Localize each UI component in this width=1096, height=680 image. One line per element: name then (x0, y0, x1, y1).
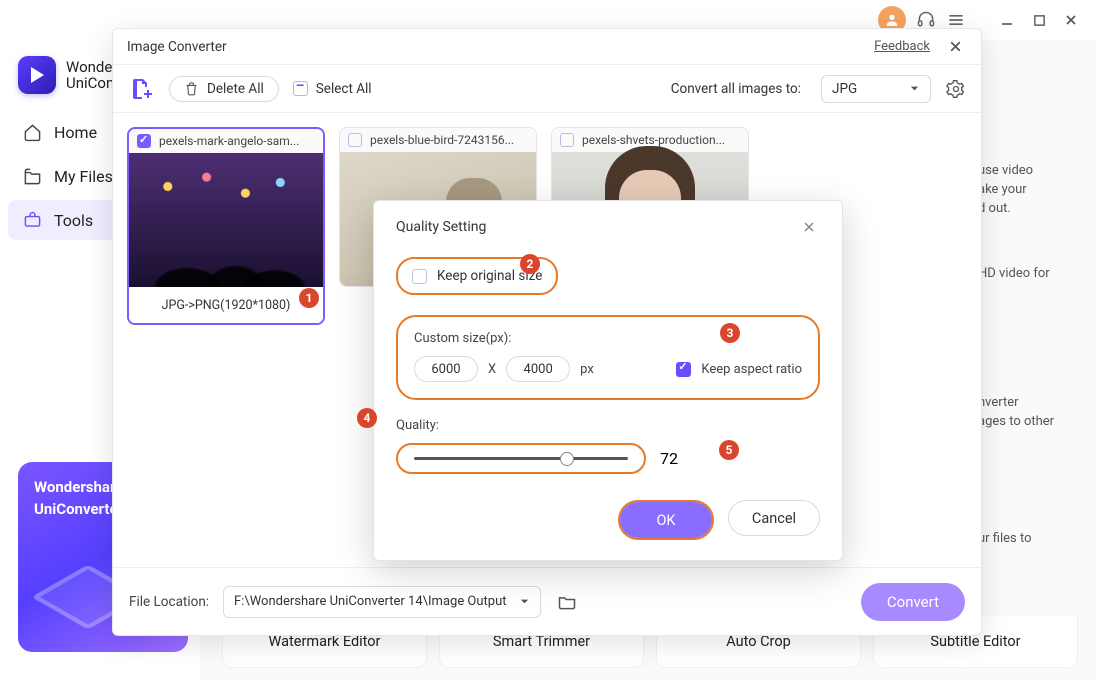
checkbox-icon (412, 269, 427, 284)
dialog-toolbar: Delete All Select All Convert all images… (113, 65, 981, 113)
window-minimize-button[interactable] (996, 9, 1018, 31)
ok-button[interactable]: OK (620, 502, 712, 538)
height-input[interactable] (506, 356, 570, 382)
file-location-label: File Location: (129, 594, 209, 610)
ok-button-highlight: OK (618, 500, 714, 540)
delete-all-button[interactable]: Delete All (169, 76, 279, 102)
dialog-header: Image Converter Feedback (113, 29, 981, 65)
window-close-button[interactable] (1060, 9, 1082, 31)
x-label: X (488, 362, 496, 377)
quality-label: Quality: (396, 418, 820, 433)
sidebar-label: My Files (54, 167, 113, 186)
convert-button[interactable]: Convert (861, 583, 965, 621)
px-label: px (580, 362, 594, 377)
custom-size-group: Custom size(px): X px Keep aspect ratio (396, 315, 820, 400)
file-location-select[interactable]: F:\Wondershare UniConverter 14\Image Out… (223, 586, 541, 618)
dialog-close-button[interactable] (944, 37, 967, 56)
files-icon (22, 166, 42, 186)
select-all-checkbox[interactable]: Select All (293, 81, 372, 97)
image-name: pexels-shvets-production... (582, 133, 725, 147)
headset-icon[interactable] (916, 10, 936, 30)
add-file-button[interactable] (127, 75, 155, 103)
annotation-badge: 4 (357, 408, 377, 428)
indeterminate-checkbox-icon (293, 81, 308, 96)
image-info: JPG->PNG(1920*1080) (129, 287, 323, 323)
bg-text: HD video for (978, 265, 1078, 284)
width-input[interactable] (414, 356, 478, 382)
cancel-button[interactable]: Cancel (728, 500, 820, 536)
annotation-badge: 2 (520, 254, 540, 274)
quality-settings-button[interactable] (945, 78, 967, 100)
chevron-down-icon (519, 596, 530, 607)
checkbox-icon[interactable] (348, 133, 362, 147)
quality-setting-popup: Quality Setting Keep original size Custo… (373, 200, 843, 561)
image-name: pexels-mark-angelo-sam... (159, 134, 299, 148)
open-folder-button[interactable] (555, 590, 579, 614)
keep-ratio-label: Keep aspect ratio (701, 362, 802, 377)
checkbox-icon[interactable] (137, 134, 151, 148)
image-name: pexels-blue-bird-7243156... (370, 133, 514, 147)
sidebar-label: Home (54, 123, 97, 142)
image-card[interactable]: pexels-mark-angelo-sam... JPG->PNG(1920*… (127, 127, 325, 325)
bg-text: nverterages to other (978, 394, 1078, 432)
tools-icon (22, 210, 42, 230)
image-thumbnail (129, 153, 323, 287)
bg-text: use videoake yourd out. (978, 162, 1078, 219)
keep-aspect-ratio-checkbox[interactable] (676, 362, 691, 377)
quality-slider[interactable] (396, 443, 646, 474)
custom-size-label: Custom size(px): (414, 331, 802, 346)
annotation-badge: 5 (719, 440, 739, 460)
hamburger-menu-icon[interactable] (946, 10, 966, 30)
bg-text: ur files to (978, 530, 1078, 549)
home-icon (22, 122, 42, 142)
checkbox-icon[interactable] (560, 133, 574, 147)
sidebar-label: Tools (54, 211, 93, 230)
dialog-footer: File Location: F:\Wondershare UniConvert… (113, 567, 981, 635)
app-logo (18, 56, 56, 94)
dialog-title: Image Converter (127, 39, 227, 55)
chevron-down-icon (909, 83, 920, 94)
window-maximize-button[interactable] (1028, 9, 1050, 31)
quality-value: 72 (660, 449, 678, 468)
annotation-badge: 1 (299, 288, 319, 308)
output-format-select[interactable]: JPG (821, 75, 931, 103)
popup-title: Quality Setting (396, 219, 486, 235)
annotation-badge: 3 (720, 323, 740, 343)
feedback-link[interactable]: Feedback (874, 39, 930, 54)
convert-label: Convert all images to: (671, 81, 801, 97)
popup-close-button[interactable] (798, 220, 820, 234)
